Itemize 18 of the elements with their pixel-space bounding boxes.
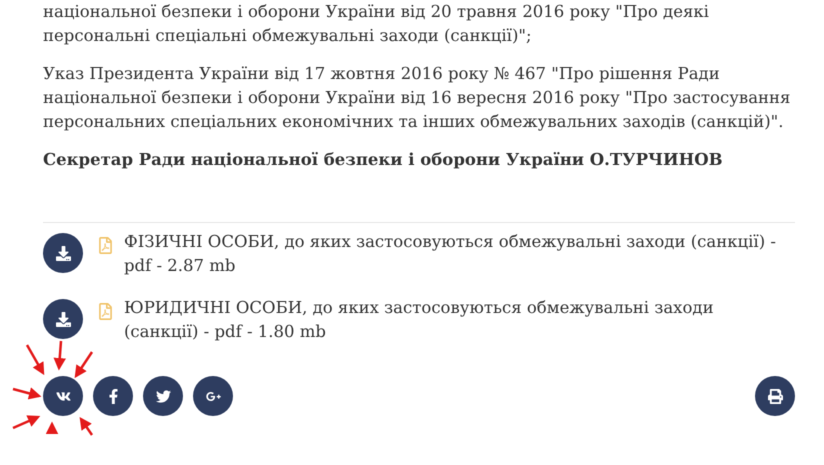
pdf-file-icon [97, 303, 114, 320]
download-icon [56, 246, 70, 260]
paragraph: Указ Президента України від 17 жовтня 2016 року № 467 "Про рішення Ради національної безпеки і оборони України від 16 вересня 2016 року "Про застосування персональних спеціальних економічних та інших обмежувальних заходів (санкцій)". [43, 63, 792, 133]
signature: Секретар Ради національної безпеки і оборони України О.ТУРЧИНОВ [43, 149, 724, 171]
file-link[interactable]: ЮРИДИЧНІ ОСОБИ, до яких застосовуються обмежувальні заходи (санкції) - pdf - 1.80 mb [124, 296, 792, 344]
paragraph: національної безпеки і оборони України від 20 травня 2016 року "Про деякі персональні спеціальні обмежувальні заходи (санкції)"; [43, 1, 710, 47]
share-button[interactable] [193, 376, 233, 416]
share-button[interactable] [143, 376, 183, 416]
download-icon [56, 312, 70, 326]
printer-icon [768, 388, 782, 404]
twitter-icon [156, 388, 170, 404]
print-button[interactable] [755, 376, 795, 416]
download-button[interactable] [43, 299, 83, 339]
file-link[interactable]: ФІЗИЧНІ ОСОБИ, до яких застосовуються обмежувальні заходи (санкції) - pdf - 2.87 mb [124, 230, 792, 278]
download-button[interactable] [43, 233, 83, 273]
share-button[interactable] [43, 376, 83, 416]
share-button[interactable] [93, 376, 133, 416]
pdf-file-icon [97, 237, 114, 254]
